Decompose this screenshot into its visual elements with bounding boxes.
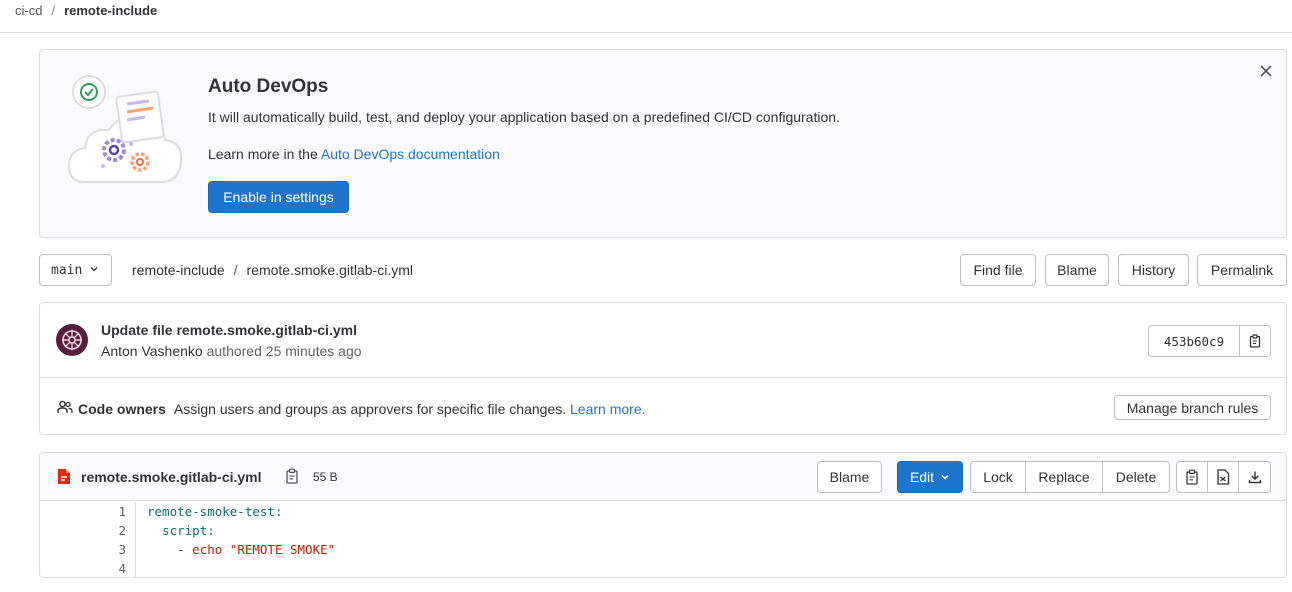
- commit-author[interactable]: Anton Vashenko: [101, 343, 203, 359]
- delete-button[interactable]: Delete: [1103, 462, 1169, 492]
- banner-description: It will automatically build, test, and d…: [208, 109, 840, 125]
- code-owners-learn-more-link[interactable]: Learn more.: [570, 401, 645, 417]
- code-lines: remote-smoke-test: script: - echo "REMOT…: [147, 502, 335, 577]
- avatar[interactable]: [56, 324, 88, 356]
- branch-selector[interactable]: main: [39, 254, 112, 286]
- file-size: 55 B: [313, 470, 338, 484]
- yaml-colon: :: [207, 523, 215, 538]
- copy-sha-icon[interactable]: [1240, 326, 1270, 356]
- breadcrumb-project[interactable]: remote-include: [64, 3, 157, 18]
- commit-info: Update file remote.smoke.gitlab-ci.yml A…: [40, 303, 1286, 378]
- auto-devops-docs-link[interactable]: Auto DevOps documentation: [321, 146, 500, 162]
- file-path-breadcrumb: remote-include / remote.smoke.gitlab-ci.…: [132, 262, 413, 278]
- banner-learn-more: Learn more in the Auto DevOps documentat…: [208, 146, 500, 162]
- code-owners-title: Code owners: [78, 400, 166, 417]
- edit-label: Edit: [909, 469, 935, 485]
- banner-title: Auto DevOps: [208, 76, 329, 97]
- chevron-down-icon: [934, 469, 950, 485]
- blame-nav-button[interactable]: Blame: [1045, 254, 1109, 286]
- chevron-down-icon: [82, 263, 99, 278]
- commit-meta: Anton Vashenko authored 25 minutes ago: [101, 343, 362, 359]
- commit-sha-group: 453b60c9: [1148, 325, 1271, 357]
- file-icon-action-group: [1176, 461, 1271, 493]
- enable-in-settings-button[interactable]: Enable in settings: [208, 181, 349, 213]
- header-divider: [0, 32, 1292, 33]
- line-number[interactable]: 2: [40, 521, 135, 540]
- line-number[interactable]: 4: [40, 559, 135, 577]
- close-icon[interactable]: [1256, 61, 1276, 81]
- breadcrumb-group[interactable]: ci-cd: [15, 3, 42, 18]
- find-file-button[interactable]: Find file: [960, 254, 1036, 286]
- line-number[interactable]: 3: [40, 540, 135, 559]
- line-number-gutter: 1 2 3 4: [40, 502, 136, 577]
- raw-file-icon[interactable]: [1208, 462, 1239, 492]
- yaml-colon: :: [274, 504, 283, 519]
- file-header: remote.smoke.gitlab-ci.yml 55 B Blame Ed…: [40, 453, 1286, 501]
- line-number[interactable]: 1: [40, 502, 135, 521]
- lock-button[interactable]: Lock: [971, 462, 1026, 492]
- yaml-dash: -: [177, 542, 193, 557]
- yaml-key: script: [162, 523, 208, 538]
- devops-illustration-icon: [65, 70, 185, 190]
- code-owners-description: Assign users and groups as approvers for…: [173, 400, 567, 417]
- commit-sha-button[interactable]: 453b60c9: [1149, 326, 1240, 356]
- code-view: 1 2 3 4 remote-smoke-test: script: - ech…: [40, 502, 1286, 577]
- last-commit-panel: Update file remote.smoke.gitlab-ci.yml A…: [39, 302, 1287, 435]
- learn-more-prefix: Learn more in the: [208, 146, 318, 162]
- file-type-icon: [57, 468, 71, 488]
- auto-devops-banner: Auto DevOps It will automatically build,…: [39, 49, 1287, 238]
- commit-action: authored: [206, 343, 262, 359]
- breadcrumb-separator: /: [51, 3, 56, 18]
- users-icon: [57, 399, 73, 418]
- path-separator: /: [233, 262, 238, 278]
- code-line: remote-smoke-test:: [147, 502, 335, 521]
- replace-button[interactable]: Replace: [1026, 462, 1103, 492]
- code-line: - echo "REMOTE SMOKE": [147, 540, 335, 559]
- yaml-string: echo "REMOTE SMOKE": [192, 542, 336, 557]
- file-action-group: Lock Replace Delete: [970, 461, 1170, 493]
- commit-time: 25 minutes ago: [265, 343, 362, 359]
- permalink-button[interactable]: Permalink: [1197, 254, 1287, 286]
- path-project-link[interactable]: remote-include: [132, 262, 225, 278]
- edit-button[interactable]: Edit: [897, 461, 963, 493]
- blame-file-button[interactable]: Blame: [817, 461, 882, 493]
- yaml-key: remote-smoke-test: [147, 504, 275, 519]
- path-file-link[interactable]: remote.smoke.gitlab-ci.yml: [247, 262, 414, 278]
- file-viewer: remote.smoke.gitlab-ci.yml 55 B Blame Ed…: [39, 452, 1287, 578]
- code-owners-row: Code owners Assign users and groups as a…: [57, 399, 646, 418]
- breadcrumb: ci-cd / remote-include: [15, 2, 157, 19]
- history-button[interactable]: History: [1118, 254, 1189, 286]
- file-name: remote.smoke.gitlab-ci.yml: [81, 469, 262, 485]
- download-icon[interactable]: [1239, 462, 1270, 492]
- code-line: script:: [147, 521, 335, 540]
- copy-file-path-icon[interactable]: [285, 468, 299, 487]
- copy-contents-icon[interactable]: [1177, 462, 1208, 492]
- manage-branch-rules-button[interactable]: Manage branch rules: [1114, 395, 1271, 420]
- commit-title[interactable]: Update file remote.smoke.gitlab-ci.yml: [101, 322, 357, 338]
- branch-name: main: [51, 262, 83, 278]
